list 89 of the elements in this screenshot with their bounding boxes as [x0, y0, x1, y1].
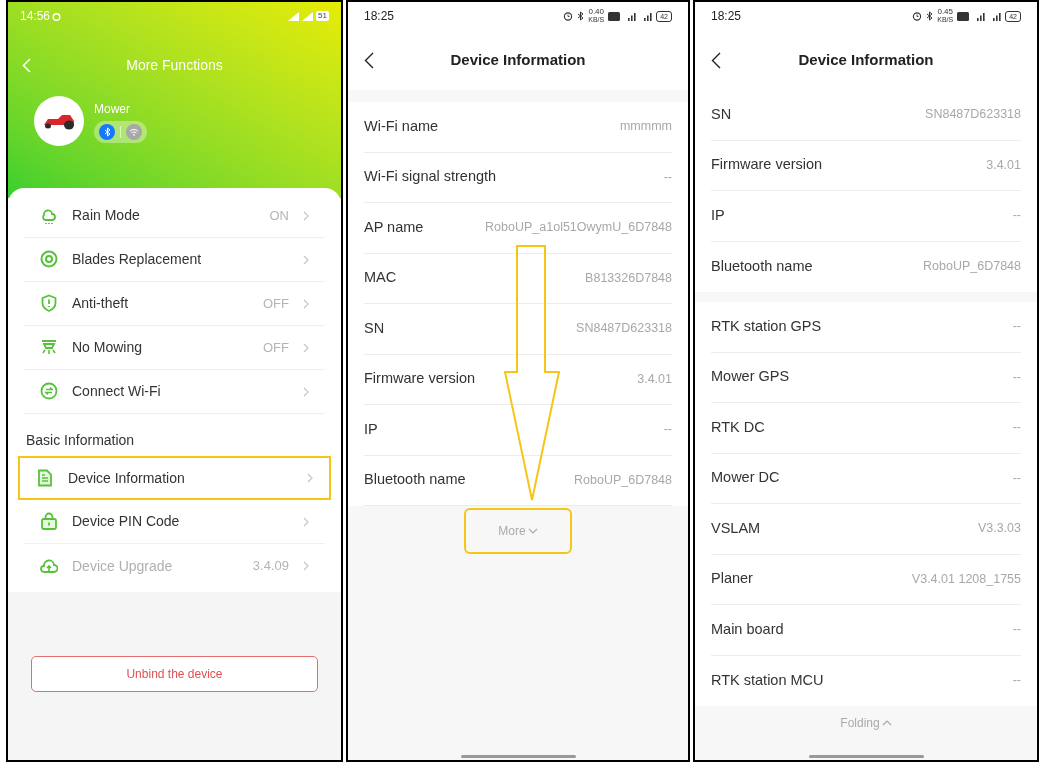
mower-icon: [42, 112, 76, 130]
info-value: --: [1012, 419, 1021, 437]
circle-arrows-icon: [40, 382, 58, 401]
signal-icon: [302, 11, 314, 21]
menu-item-label: Device Upgrade: [72, 556, 174, 576]
info-label: AP name: [364, 217, 424, 237]
info-value: --: [663, 168, 672, 186]
device-name: Mower: [94, 100, 131, 118]
info-value: --: [1012, 621, 1021, 639]
chevron-right-icon: [307, 473, 313, 483]
status-time: 18:25: [364, 8, 395, 25]
menu-item-label: Device Information: [68, 468, 186, 488]
info-value: --: [1012, 318, 1021, 336]
info-value: SN8487D623318: [576, 320, 672, 338]
info-value: --: [1012, 469, 1021, 487]
info-label: Firmware version: [711, 155, 823, 175]
chevron-down-icon: [527, 528, 538, 534]
page-title: Device Information: [798, 49, 934, 70]
section-title: Basic Information: [26, 432, 135, 448]
info-value: 3.4.01: [637, 370, 672, 388]
info-value: --: [1012, 207, 1021, 225]
chevron-right-icon: [303, 298, 309, 309]
info-label: SN: [364, 318, 385, 338]
page-title: More Functions: [126, 55, 223, 75]
menu-item-label: Rain Mode: [72, 206, 141, 225]
unbind-button[interactable]: Unbind the device: [31, 656, 318, 692]
menu-item-label: Connect Wi-Fi: [72, 382, 162, 401]
menu-item-label: Anti-theft: [72, 294, 130, 313]
info-label: Main board: [711, 619, 784, 639]
info-label: VSLAM: [711, 518, 761, 538]
menu-item-value: OFF: [263, 294, 289, 313]
info-value: --: [1012, 368, 1021, 386]
page-title: Device Information: [450, 49, 586, 70]
info-value: V3.3.03: [977, 520, 1021, 538]
info-value: mmmmm: [619, 118, 672, 136]
chevron-right-icon: [303, 254, 309, 265]
info-label: Firmware version: [364, 369, 476, 389]
info-label: Wi-Fi signal strength: [364, 167, 497, 187]
info-label: RTK station MCU: [711, 670, 824, 690]
menu-item-label: Device PIN Code: [72, 512, 181, 531]
info-value: RoboUP_a1ol51OwymU_6D7848: [485, 219, 672, 237]
info-label: Wi-Fi name: [364, 116, 439, 136]
chevron-right-icon: [303, 210, 309, 221]
info-label: RTK DC: [711, 417, 765, 437]
info-value: --: [1012, 672, 1021, 690]
document-icon: [36, 468, 54, 488]
info-value: --: [663, 421, 672, 439]
chevron-right-icon: [303, 516, 309, 527]
lock-icon: [40, 512, 58, 531]
bluetooth-icon: [577, 11, 585, 21]
info-value: RoboUP_6D7848: [923, 258, 1021, 276]
back-icon: [364, 51, 374, 69]
info-value: B813326D7848: [585, 269, 672, 287]
network-speed: 0.45: [937, 8, 953, 16]
shield-icon: [40, 294, 58, 313]
info-value: RoboUP_6D7848: [574, 471, 672, 489]
network-speed: 0.40: [588, 8, 604, 16]
info-label: Mower DC: [711, 468, 780, 488]
info-label: Bluetooth name: [364, 470, 466, 490]
back-icon: [711, 51, 721, 69]
menu-item-label: No Mowing: [72, 338, 144, 357]
lamp-icon: [40, 338, 58, 357]
chevron-right-icon: [303, 386, 309, 397]
menu-item-value: OFF: [263, 338, 289, 357]
info-label: Planer: [711, 569, 753, 589]
info-label: IP: [711, 205, 725, 225]
info-value: 3.4.01: [986, 156, 1021, 174]
signal-icon: [288, 11, 300, 21]
ring-icon: [40, 250, 58, 269]
chevron-right-icon: [303, 561, 309, 571]
back-icon: [22, 57, 31, 73]
menu-item[interactable]: Device Information: [18, 456, 331, 500]
menu-item-value: 3.4.09: [252, 557, 289, 576]
info-label: Bluetooth name: [711, 256, 813, 276]
battery-level: 51: [316, 11, 329, 21]
info-label: Mower GPS: [711, 367, 790, 387]
chevron-up-icon: [881, 720, 892, 726]
status-time: 18:25: [711, 8, 742, 25]
info-value: SN8487D623318: [925, 106, 1021, 124]
chevron-right-icon: [303, 342, 309, 353]
menu-item-label: Blades Replacement: [72, 250, 203, 269]
info-value: V3.4.01 1208_1755: [911, 570, 1021, 588]
bluetooth-icon: [926, 11, 934, 21]
status-time: 14:56: [20, 8, 51, 25]
info-label: IP: [364, 419, 378, 439]
menu-item-value: ON: [269, 206, 289, 225]
info-label: RTK station GPS: [711, 316, 822, 336]
info-label: SN: [711, 104, 732, 124]
info-label: MAC: [364, 268, 397, 288]
